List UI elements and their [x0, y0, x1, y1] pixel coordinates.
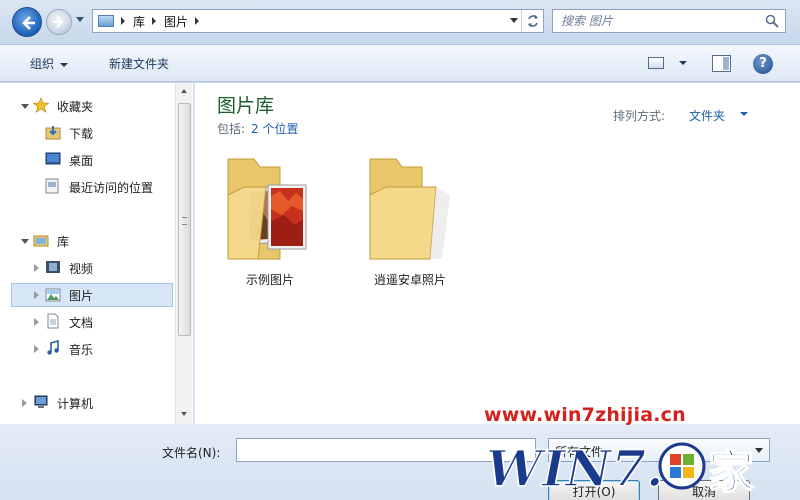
help-icon[interactable]: ? — [753, 54, 773, 74]
desktop-icon — [45, 152, 61, 165]
breadcrumb-library[interactable]: 库 — [133, 13, 145, 30]
nav-item-label: 最近访问的位置 — [69, 180, 154, 195]
library-includes: 包括: 2 个位置 — [217, 120, 299, 137]
nav-item-videos[interactable]: 视频 — [0, 256, 174, 280]
arrange-by-label: 排列方式: — [613, 109, 666, 123]
command-bar: 组织 新建文件夹 ? — [0, 44, 800, 82]
expand-arrow-icon[interactable] — [21, 104, 29, 109]
folder-icon — [369, 158, 450, 260]
view-options-dropdown-icon[interactable] — [679, 61, 687, 65]
breadcrumb-pictures[interactable]: 图片 — [164, 13, 188, 30]
folder-item[interactable]: 示例图片 — [210, 151, 330, 301]
nav-item-label: 文档 — [69, 315, 94, 330]
computer-icon — [34, 395, 48, 408]
svg-text:WIN7.: WIN7. — [486, 439, 663, 498]
search-input[interactable] — [561, 10, 761, 32]
downloads-folder-icon — [45, 126, 61, 140]
arrange-by-dropdown[interactable]: 文件夹 — [689, 107, 725, 124]
chevron-down-icon[interactable] — [740, 112, 748, 116]
nav-item-label: 图片 — [69, 288, 94, 303]
search-icon[interactable] — [765, 14, 779, 28]
back-arrow-icon — [22, 16, 35, 30]
back-button[interactable] — [12, 7, 42, 37]
folder-label: 逍遥安卓照片 — [373, 273, 446, 287]
nav-item-pictures[interactable]: 图片 — [11, 283, 173, 307]
nav-item-computer[interactable]: 计算机 — [0, 391, 174, 415]
nav-item-downloads[interactable]: 下载 — [0, 121, 174, 145]
organize-button[interactable]: 组织 — [30, 55, 69, 72]
expand-arrow-icon[interactable] — [34, 345, 39, 353]
navigation-scrollbar[interactable] — [175, 83, 192, 424]
nav-item-favorites[interactable]: 收藏夹 — [0, 94, 174, 118]
music-icon — [47, 340, 59, 355]
search-box[interactable] — [552, 9, 786, 33]
scroll-down-icon[interactable] — [181, 412, 187, 416]
preview-pane-icon[interactable] — [712, 55, 731, 72]
chevron-down-icon — [60, 62, 69, 67]
nav-item-libraries[interactable]: 库 — [0, 229, 174, 253]
navigation-pane: 收藏夹 下载 桌面 最近访问的位置 库 视频 图片 文档 音乐 计算机 — [0, 83, 193, 424]
nav-item-documents[interactable]: 文档 — [0, 310, 174, 334]
folder-item[interactable]: 逍遥安卓照片 — [350, 151, 470, 301]
expand-arrow-icon[interactable] — [34, 318, 39, 326]
videos-icon — [46, 261, 60, 273]
scrollbar-thumb[interactable] — [178, 103, 191, 336]
folder-label: 示例图片 — [245, 273, 294, 287]
nav-item-label: 桌面 — [69, 153, 94, 168]
nav-item-music[interactable]: 音乐 — [0, 337, 174, 361]
breadcrumb-chevron-icon[interactable] — [121, 17, 125, 25]
nav-item-label: 音乐 — [69, 342, 94, 357]
nav-item-desktop[interactable]: 桌面 — [0, 148, 174, 172]
watermark-url: www.win7zhijia.cn — [484, 404, 686, 426]
locations-link[interactable]: 2 个位置 — [251, 122, 298, 136]
nav-item-label: 收藏夹 — [57, 99, 94, 114]
address-field[interactable]: 库 图片 — [92, 9, 544, 33]
watermark-logo: WIN7. 家 — [485, 438, 755, 500]
library-icon — [33, 235, 49, 247]
svg-text:家: 家 — [708, 445, 754, 499]
filename-label: 文件名(N): — [162, 446, 221, 460]
expand-arrow-icon[interactable] — [34, 291, 39, 299]
scroll-up-icon[interactable] — [181, 89, 187, 93]
documents-icon — [47, 313, 59, 329]
breadcrumb-chevron-icon[interactable] — [152, 17, 157, 25]
expand-arrow-icon[interactable] — [34, 264, 39, 272]
library-icon — [98, 15, 114, 27]
recent-places-icon — [45, 178, 59, 194]
new-folder-button[interactable]: 新建文件夹 — [109, 55, 169, 72]
nav-item-label: 视频 — [69, 261, 94, 276]
address-history-dropdown-icon[interactable] — [510, 18, 518, 23]
recent-pages-dropdown-icon[interactable] — [76, 17, 84, 22]
change-view-icon[interactable] — [648, 57, 664, 69]
star-icon — [33, 97, 49, 113]
refresh-button[interactable] — [521, 10, 543, 32]
nav-item-label: 计算机 — [57, 396, 94, 411]
library-title: 图片库 — [217, 95, 275, 117]
forward-button[interactable] — [46, 9, 72, 35]
refresh-icon — [527, 15, 538, 27]
expand-arrow-icon[interactable] — [21, 239, 29, 244]
breadcrumb-chevron-icon[interactable] — [195, 17, 200, 25]
file-list-pane: 图片库 包括: 2 个位置 排列方式: 文件夹 示例图片 逍遥安卓照片 — [194, 83, 800, 424]
nav-item-recent-places[interactable]: 最近访问的位置 — [0, 175, 174, 199]
address-bar-row: 库 图片 — [0, 0, 800, 44]
nav-item-label: 下载 — [69, 126, 94, 141]
expand-arrow-icon[interactable] — [22, 399, 27, 407]
includes-label: 包括: — [217, 122, 246, 136]
pictures-icon — [45, 288, 61, 302]
forward-arrow-icon — [53, 16, 64, 28]
organize-label: 组织 — [30, 57, 55, 71]
nav-item-label: 库 — [57, 234, 70, 249]
sample-pictures-folder-icon — [227, 158, 307, 260]
